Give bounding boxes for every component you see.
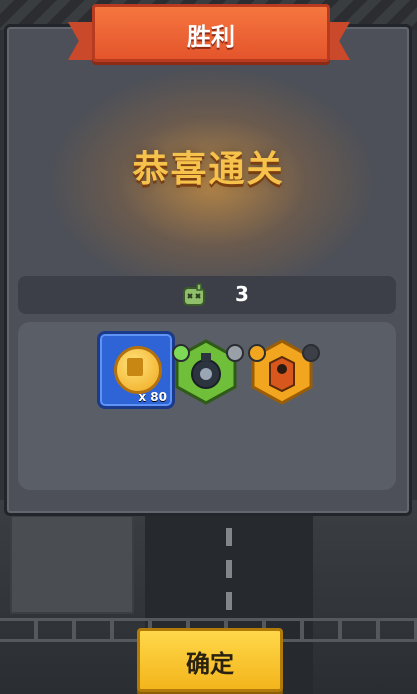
road-dash bbox=[226, 528, 232, 546]
sword-badge-icon bbox=[248, 344, 266, 362]
page-title: 胜利 bbox=[187, 23, 235, 51]
reward-coin-item[interactable]: x 80 bbox=[97, 331, 175, 409]
confirm-label: 确定 bbox=[186, 650, 234, 678]
kill-count: 3 bbox=[235, 282, 249, 306]
reward-quantity: x 80 bbox=[138, 390, 167, 404]
road-dash bbox=[226, 592, 232, 610]
congrats-text: 恭喜通关 bbox=[132, 149, 285, 190]
gear-badge-icon bbox=[226, 344, 244, 362]
confirm-button[interactable]: 确定 bbox=[137, 628, 283, 692]
road-dash bbox=[226, 560, 232, 578]
victory-ribbon: 胜利 bbox=[92, 4, 330, 62]
kills-bar: 3 bbox=[18, 276, 396, 314]
zombie-head-icon bbox=[182, 283, 206, 307]
background-crate bbox=[10, 515, 134, 614]
gold-coin-icon bbox=[114, 346, 162, 394]
heart-badge-icon bbox=[172, 344, 190, 362]
chip-badge-icon bbox=[302, 344, 320, 362]
